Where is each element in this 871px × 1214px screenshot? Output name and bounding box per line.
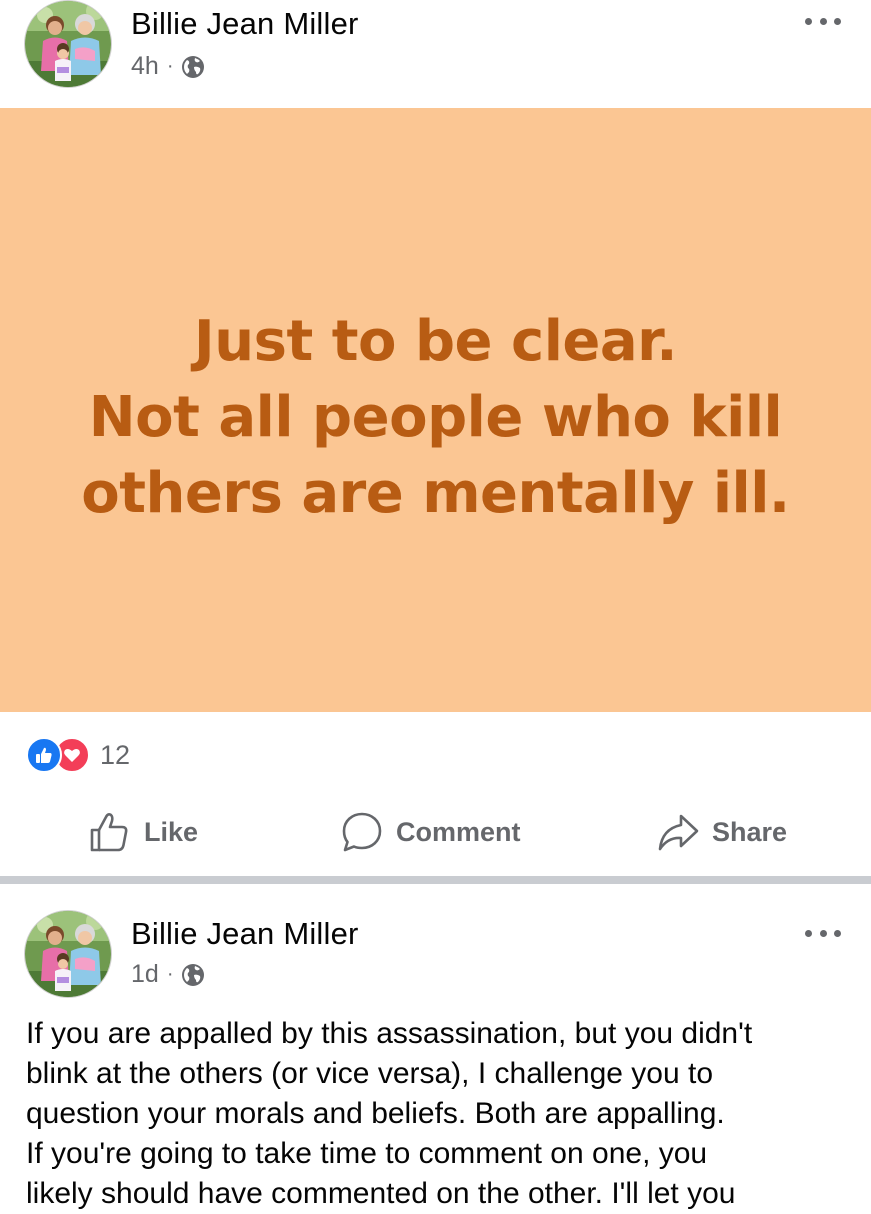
more-options-button[interactable] bbox=[805, 14, 841, 28]
more-options-button[interactable] bbox=[805, 926, 841, 940]
comment-bubble-icon bbox=[342, 812, 382, 852]
post-actions-bar: Like Comment Share bbox=[0, 806, 871, 858]
globe-icon bbox=[181, 55, 205, 79]
author-name[interactable]: Billie Jean Miller bbox=[131, 6, 359, 42]
avatar[interactable] bbox=[24, 910, 112, 998]
card-text-line: Just to be clear. bbox=[193, 309, 678, 374]
post-body-text: If you are appalled by this assassinatio… bbox=[26, 1014, 856, 1214]
card-text: Just to be clear. Not all people who kil… bbox=[81, 304, 790, 532]
avatar[interactable] bbox=[24, 0, 112, 88]
share-arrow-icon bbox=[658, 814, 699, 851]
card-text-line: others are mentally ill. bbox=[81, 461, 790, 526]
post-text-line: question your morals and beliefs. Both a… bbox=[26, 1097, 725, 1130]
meta-separator: · bbox=[166, 963, 174, 985]
post-text-line: likely should have commented on the othe… bbox=[26, 1177, 736, 1210]
like-reaction-icon bbox=[26, 737, 62, 773]
post-text-line: If you are appalled by this assassinatio… bbox=[26, 1017, 753, 1050]
comment-button[interactable]: Comment bbox=[340, 806, 521, 858]
feed-divider bbox=[0, 876, 871, 884]
comment-label: Comment bbox=[396, 816, 521, 847]
post-meta: 4h · bbox=[131, 52, 205, 81]
reaction-count: 12 bbox=[100, 739, 131, 770]
post-text-line: If you're going to take time to comment … bbox=[26, 1137, 708, 1170]
post-timestamp[interactable]: 4h bbox=[131, 52, 159, 81]
author-name[interactable]: Billie Jean Miller bbox=[131, 916, 359, 952]
globe-icon bbox=[181, 963, 205, 987]
more-horizontal-icon bbox=[805, 17, 812, 25]
feed-post: Billie Jean Miller 4h · Just to be clear… bbox=[0, 0, 871, 884]
reactions-summary[interactable]: 12 bbox=[26, 737, 131, 773]
more-horizontal-icon bbox=[805, 929, 812, 937]
post-timestamp[interactable]: 1d bbox=[131, 960, 159, 989]
card-text-line: Not all people who kill bbox=[88, 385, 783, 450]
like-label: Like bbox=[144, 816, 199, 847]
thumbs-up-icon bbox=[90, 813, 128, 852]
meta-separator: · bbox=[166, 55, 174, 77]
share-button[interactable]: Share bbox=[656, 806, 787, 858]
feed-post: Billie Jean Miller 1d · If you are appal… bbox=[0, 884, 871, 1210]
post-text-line: blink at the others (or vice versa), I c… bbox=[26, 1057, 714, 1090]
like-button[interactable]: Like bbox=[88, 806, 198, 858]
post-meta: 1d · bbox=[131, 960, 205, 989]
share-label: Share bbox=[712, 816, 788, 847]
text-background-card[interactable]: Just to be clear. Not all people who kil… bbox=[0, 108, 871, 712]
